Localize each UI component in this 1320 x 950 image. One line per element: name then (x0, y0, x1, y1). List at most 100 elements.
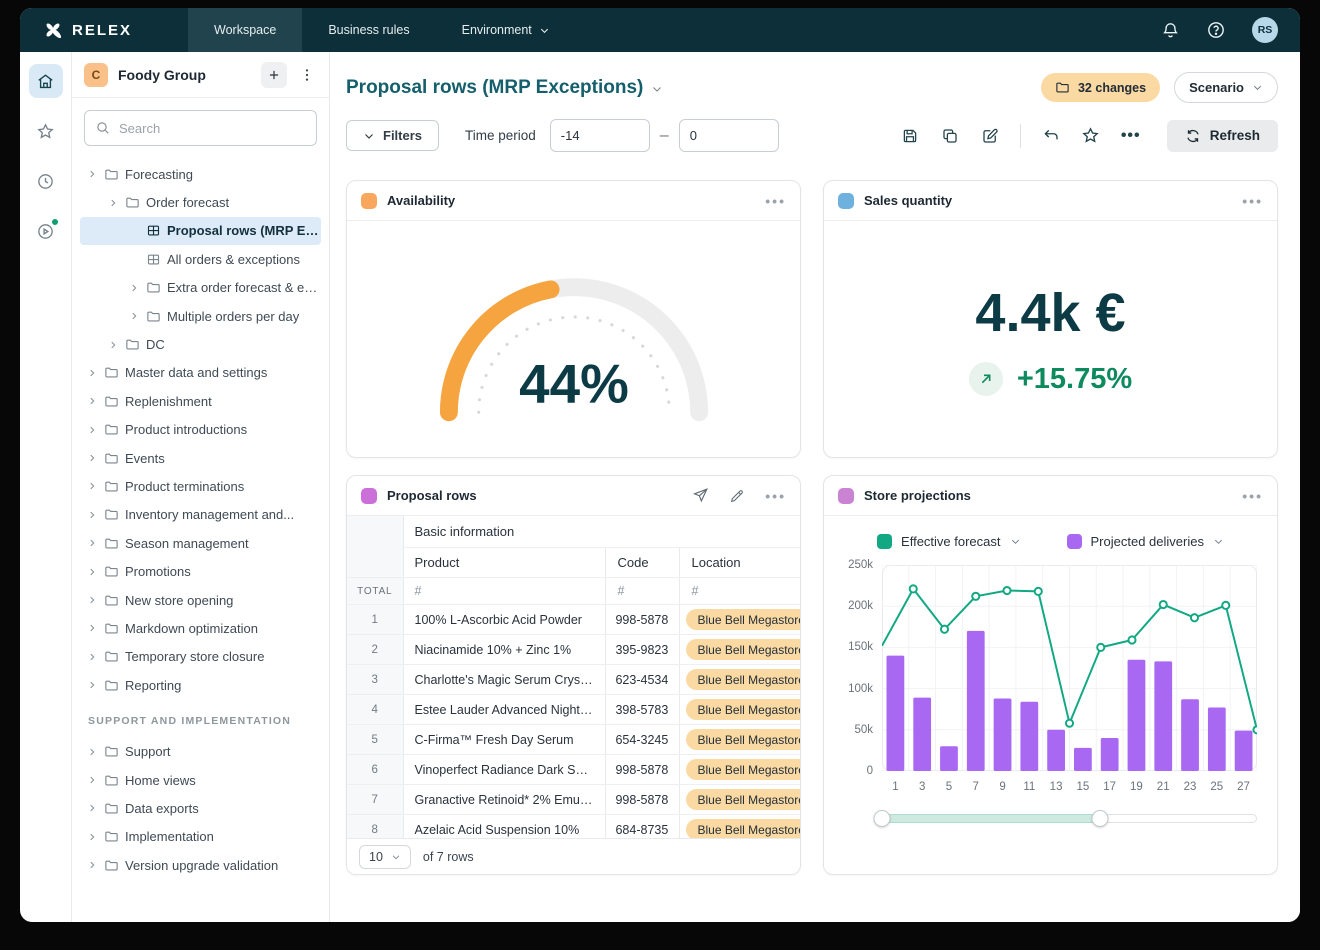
sidebar-item-new-store-opening[interactable]: New store opening (80, 586, 321, 614)
edit-button[interactable] (972, 120, 1008, 152)
code-cell[interactable]: 398-5783 (606, 695, 680, 725)
workspace-name[interactable]: Foody Group (118, 67, 251, 83)
time-period-from-input[interactable] (550, 119, 650, 152)
favorite-button[interactable] (1073, 120, 1109, 152)
sidebar-menu-button[interactable] (297, 67, 317, 83)
sidebar-item-season-management[interactable]: Season management (80, 529, 321, 557)
sidebar-item-data-exports[interactable]: Data exports (80, 794, 321, 822)
chevron-right-icon[interactable] (86, 510, 98, 520)
chevron-right-icon[interactable] (128, 311, 140, 321)
sidebar-item-version-upgrade-validation[interactable]: Version upgrade validation (80, 851, 321, 879)
column-header-code[interactable]: Code (606, 548, 680, 578)
product-cell[interactable]: Vinoperfect Radiance Dark Spot Serum (403, 755, 606, 785)
chevron-right-icon[interactable] (86, 832, 98, 842)
product-cell[interactable]: Granactive Retinoid* 2% Emulsion (403, 785, 606, 815)
column-header-product[interactable]: Product (403, 548, 606, 578)
save-button[interactable] (892, 120, 928, 152)
chevron-right-icon[interactable] (107, 340, 119, 350)
time-period-to-input[interactable] (679, 119, 779, 152)
chevron-right-icon[interactable] (86, 481, 98, 491)
location-cell[interactable]: Blue Bell Megastore (680, 785, 800, 815)
chevron-right-icon[interactable] (86, 396, 98, 406)
location-cell[interactable]: Blue Bell Megastore (680, 665, 800, 695)
product-cell[interactable]: Niacinamide 10% + Zinc 1% (403, 635, 606, 665)
chevron-right-icon[interactable] (86, 538, 98, 548)
chevron-right-icon[interactable] (86, 169, 98, 179)
table-row[interactable]: 3Charlotte's Magic Serum Crystal Elixir6… (347, 665, 800, 695)
column-header-location[interactable]: Location (680, 548, 800, 578)
chevron-right-icon[interactable] (86, 803, 98, 813)
add-button[interactable] (261, 62, 287, 88)
sidebar-item-temporary-store-closure[interactable]: Temporary store closure (80, 643, 321, 671)
chevron-right-icon[interactable] (86, 775, 98, 785)
scenario-dropdown[interactable]: Scenario (1174, 72, 1278, 103)
location-cell[interactable]: Blue Bell Megastore (680, 755, 800, 785)
product-cell[interactable]: C-Firma™ Fresh Day Serum (403, 725, 606, 755)
sidebar-item-replenishment[interactable]: Replenishment (80, 387, 321, 415)
code-cell[interactable]: 998-5878 (606, 755, 680, 785)
sidebar-item-markdown-optimization[interactable]: Markdown optimization (80, 614, 321, 642)
code-cell[interactable]: 654-3245 (606, 725, 680, 755)
location-cell[interactable]: Blue Bell Megastore (680, 635, 800, 665)
location-cell[interactable]: Blue Bell Megastore (680, 725, 800, 755)
slider-handle-right[interactable] (1091, 810, 1108, 827)
favorites-button[interactable] (29, 114, 63, 148)
chevron-right-icon[interactable] (128, 283, 140, 293)
table-row[interactable]: 2Niacinamide 10% + Zinc 1%395-9823Blue B… (347, 635, 800, 665)
sidebar-item-implementation[interactable]: Implementation (80, 823, 321, 851)
sidebar-item-dc[interactable]: DC (80, 330, 321, 358)
page-title[interactable]: Proposal rows (MRP Exceptions) (346, 77, 663, 99)
chevron-right-icon[interactable] (86, 595, 98, 605)
sidebar-item-master-data-and-settings[interactable]: Master data and settings (80, 359, 321, 387)
sidebar-item-product-terminations[interactable]: Product terminations (80, 472, 321, 500)
undo-button[interactable] (1033, 120, 1069, 152)
chevron-right-icon[interactable] (86, 680, 98, 690)
sidebar-item-home-views[interactable]: Home views (80, 766, 321, 794)
chevron-right-icon[interactable] (86, 652, 98, 662)
bell-icon[interactable] (1161, 21, 1180, 40)
guided-tours-button[interactable] (29, 214, 63, 248)
chevron-right-icon[interactable] (86, 453, 98, 463)
chevron-right-icon[interactable] (86, 368, 98, 378)
chevron-right-icon[interactable] (86, 623, 98, 633)
refresh-button[interactable]: Refresh (1167, 120, 1278, 152)
filters-button[interactable]: Filters (346, 120, 439, 151)
tab-business-rules[interactable]: Business rules (302, 8, 435, 52)
location-cell[interactable]: Blue Bell Megastore (680, 605, 800, 635)
code-cell[interactable]: 395-9823 (606, 635, 680, 665)
user-avatar[interactable]: RS (1252, 17, 1278, 43)
slider-handle-left[interactable] (874, 810, 891, 827)
sidebar-item-product-introductions[interactable]: Product introductions (80, 416, 321, 444)
table-row[interactable]: 1100% L-Ascorbic Acid Powder998-5878Blue… (347, 605, 800, 635)
search-input[interactable] (84, 110, 317, 146)
sidebar-item-all-orders-exceptions[interactable]: All orders & exceptions (80, 245, 321, 273)
sidebar-item-support[interactable]: Support (80, 737, 321, 765)
code-cell[interactable]: 623-4534 (606, 665, 680, 695)
product-cell[interactable]: 100% L-Ascorbic Acid Powder (403, 605, 606, 635)
page-size-select[interactable]: 10 (359, 845, 411, 869)
table-row[interactable]: 7Granactive Retinoid* 2% Emulsion998-587… (347, 785, 800, 815)
chevron-right-icon[interactable] (86, 860, 98, 870)
sidebar-item-forecasting[interactable]: Forecasting (80, 160, 321, 188)
table-row[interactable]: 6Vinoperfect Radiance Dark Spot Serum998… (347, 755, 800, 785)
duplicate-button[interactable] (932, 120, 968, 152)
sidebar-item-proposal-rows-mrp-except[interactable]: Proposal rows (MRP Except... (80, 217, 321, 245)
legend-effective-forecast[interactable]: Effective forecast (877, 534, 1020, 549)
sidebar-item-multiple-orders-per-day[interactable]: Multiple orders per day (80, 302, 321, 330)
code-cell[interactable]: 998-5878 (606, 785, 680, 815)
pencil-icon[interactable] (729, 488, 745, 504)
help-icon[interactable] (1206, 20, 1226, 40)
card-menu-button[interactable]: ••• (1242, 488, 1263, 504)
chevron-right-icon[interactable] (107, 198, 119, 208)
sidebar-item-events[interactable]: Events (80, 444, 321, 472)
sidebar-item-extra-order-forecast-exce[interactable]: Extra order forecast & exce... (80, 274, 321, 302)
code-cell[interactable]: 998-5878 (606, 605, 680, 635)
chevron-right-icon[interactable] (86, 747, 98, 757)
chevron-right-icon[interactable] (86, 425, 98, 435)
card-menu-button[interactable]: ••• (765, 193, 786, 209)
sidebar-item-order-forecast[interactable]: Order forecast (80, 188, 321, 216)
history-button[interactable] (29, 164, 63, 198)
card-menu-button[interactable]: ••• (1242, 193, 1263, 209)
card-menu-button[interactable]: ••• (765, 488, 786, 504)
table-row[interactable]: 5C-Firma™ Fresh Day Serum654-3245Blue Be… (347, 725, 800, 755)
